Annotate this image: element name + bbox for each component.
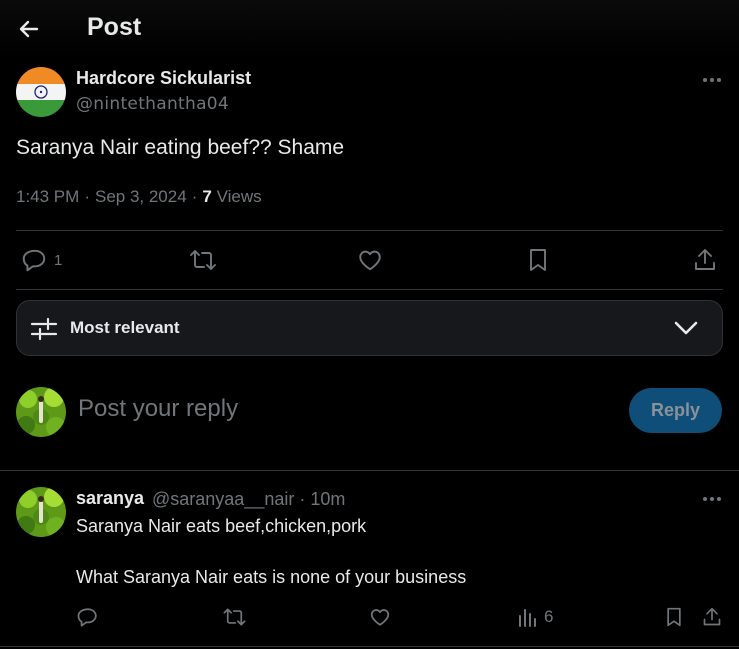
divider: [16, 230, 723, 231]
reply-button[interactable]: 1: [22, 247, 62, 273]
post-date[interactable]: Sep 3, 2024: [95, 187, 187, 207]
divider: [16, 289, 723, 290]
more-icon: [703, 78, 721, 82]
meta-separator: ·: [84, 187, 90, 206]
comment-author-handle[interactable]: @saranyaa__nair · 10m: [152, 489, 345, 510]
page-title: Post: [87, 13, 142, 41]
author-avatar[interactable]: [16, 67, 66, 117]
divider: [0, 470, 739, 471]
sort-sliders-icon: [30, 317, 58, 341]
comment-views-count: 6: [544, 607, 554, 626]
comment-author-name[interactable]: saranya: [76, 488, 144, 509]
like-icon: [359, 250, 381, 271]
comment-reply-button[interactable]: [77, 606, 99, 628]
comment-more-button[interactable]: [700, 489, 724, 509]
more-icon: [703, 497, 721, 501]
repost-icon: [223, 608, 246, 626]
divider: [0, 646, 739, 647]
post-text: Saranya Nair eating beef?? Shame: [16, 136, 345, 159]
views-count: 7: [202, 187, 212, 206]
sort-selector[interactable]: Most relevant: [16, 300, 723, 356]
comment-share-button[interactable]: [702, 606, 722, 628]
post-time[interactable]: 1:43 PM: [16, 187, 79, 207]
chevron-down-icon: [674, 321, 698, 335]
sort-label: Most relevant: [70, 318, 180, 337]
like-button[interactable]: [357, 247, 383, 273]
reply-input[interactable]: [78, 395, 598, 423]
views-label: Views: [216, 187, 262, 206]
reply-icon: [22, 249, 46, 272]
bookmark-icon: [667, 607, 681, 627]
share-icon: [703, 607, 721, 626]
author-name[interactable]: Hardcore Sickularist: [76, 68, 251, 89]
like-icon: [370, 609, 390, 626]
comment-text-line-1: Saranya Nair eats beef,chicken,pork: [76, 516, 367, 536]
meta-separator: ·: [191, 187, 198, 206]
reply-submit-button[interactable]: Reply: [629, 388, 722, 433]
comment-repost-button[interactable]: [222, 606, 247, 628]
comment-text-line-2: What Saranya Nair eats is none of your b…: [76, 567, 467, 587]
views-icon: [519, 609, 536, 627]
share-icon: [695, 249, 715, 270]
composer-avatar[interactable]: [16, 387, 66, 437]
back-arrow-icon: [19, 20, 39, 38]
reply-icon: [77, 608, 97, 627]
author-handle[interactable]: @nintethantha04: [76, 94, 229, 114]
comment-bookmark-button[interactable]: [664, 606, 684, 628]
comment-like-button[interactable]: [369, 606, 391, 628]
comment-avatar[interactable]: [16, 487, 66, 537]
bookmark-button[interactable]: [526, 247, 550, 273]
bookmark-icon: [530, 249, 546, 271]
post-more-button[interactable]: [700, 70, 724, 90]
reply-count: 1: [54, 251, 63, 269]
back-button[interactable]: [14, 14, 44, 44]
comment-views-button[interactable]: 6: [518, 606, 553, 628]
repost-icon: [190, 250, 216, 270]
share-button[interactable]: [693, 247, 717, 273]
post-meta: 1:43 PM · Sep 3, 2024 · 7 Views: [16, 187, 262, 207]
repost-button[interactable]: [189, 247, 217, 273]
